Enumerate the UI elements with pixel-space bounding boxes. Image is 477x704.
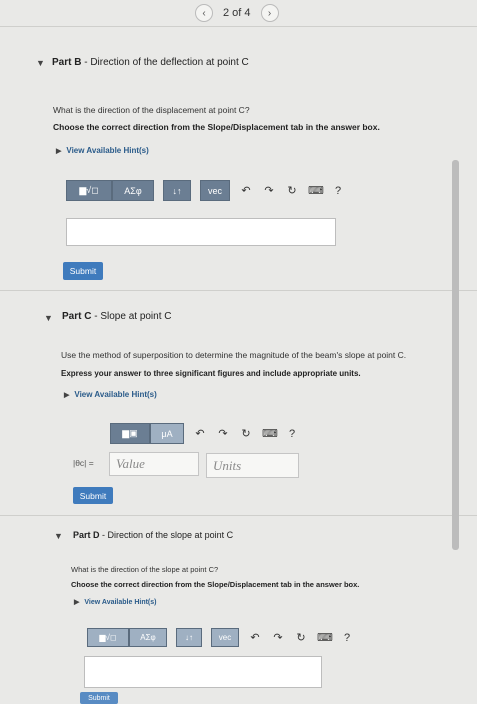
part-b-heading: - Direction of the deflection at point C: [81, 57, 249, 68]
part-c-label: Part C: [62, 311, 92, 322]
symbols-button[interactable]: ΑΣφ: [112, 180, 154, 201]
part-d-toolbar: ▆√◻ ΑΣφ ↓↑ vec ↶ ↷ ↻ ⌨ ?: [87, 628, 354, 647]
chevron-right-icon[interactable]: ›: [260, 4, 279, 22]
templates-button[interactable]: ▆√◻: [66, 180, 112, 201]
arrows-button[interactable]: ↓↑: [176, 628, 202, 647]
redo-icon[interactable]: ↷: [262, 184, 276, 197]
part-c-toolbar: ▆▣ μA ↶ ↷ ↻ ⌨ ?: [110, 423, 299, 444]
collapse-caret-icon[interactable]: ▼: [54, 531, 63, 541]
part-b-submit-button[interactable]: Submit: [63, 262, 103, 280]
part-d-answer-box[interactable]: [84, 656, 322, 688]
part-d-instruction: Choose the correct direction from the Sl…: [71, 580, 360, 589]
collapse-caret-icon[interactable]: ▼: [36, 58, 45, 68]
hint-label: View Available Hint(s): [74, 390, 157, 399]
part-b-answer-box[interactable]: [66, 218, 336, 246]
theta-c-label: |θc| =: [73, 458, 94, 468]
reset-icon[interactable]: ↻: [294, 631, 308, 644]
help-icon[interactable]: ?: [331, 185, 345, 197]
undo-icon[interactable]: ↶: [193, 427, 207, 440]
part-d-label: Part D: [73, 530, 100, 540]
reset-icon[interactable]: ↻: [239, 427, 253, 440]
templates-button[interactable]: ▆√◻: [87, 628, 129, 647]
divider: [0, 290, 477, 291]
part-c-question: Use the method of superposition to deter…: [61, 350, 407, 360]
redo-icon[interactable]: ↷: [216, 427, 230, 440]
part-b-instruction: Choose the correct direction from the Sl…: [53, 122, 380, 132]
value-placeholder: Value: [116, 456, 145, 471]
expand-triangle-icon: ▶: [56, 147, 62, 155]
page-counter: 2 of 4: [223, 7, 251, 19]
keyboard-icon[interactable]: ⌨: [317, 631, 333, 644]
vec-button[interactable]: vec: [211, 628, 239, 647]
vec-button[interactable]: vec: [200, 180, 230, 201]
templates-button[interactable]: ▆▣: [110, 423, 150, 444]
part-d-title[interactable]: Part D - Direction of the slope at point…: [73, 530, 233, 540]
part-d-heading: - Direction of the slope at point C: [99, 530, 234, 540]
divider: [0, 26, 477, 27]
hint-label: View Available Hint(s): [66, 146, 149, 155]
symbols-button[interactable]: ΑΣφ: [129, 628, 167, 647]
part-d-submit-button[interactable]: Submit: [80, 692, 118, 704]
undo-icon[interactable]: ↶: [248, 631, 262, 644]
part-b-toolbar: ▆√◻ ΑΣφ ↓↑ vec ↶ ↷ ↻ ⌨ ?: [66, 180, 345, 201]
part-c-submit-button[interactable]: Submit: [73, 487, 113, 504]
expand-triangle-icon: ▶: [64, 391, 70, 399]
part-d-hint-link[interactable]: ▶ View Available Hint(s): [74, 598, 157, 607]
value-input[interactable]: Value: [109, 452, 199, 476]
part-b-title[interactable]: Part B - Direction of the deflection at …: [52, 57, 249, 68]
undo-icon[interactable]: ↶: [239, 184, 253, 197]
units-input[interactable]: Units: [206, 453, 299, 478]
divider: [0, 515, 477, 516]
part-b-label: Part B: [52, 57, 82, 68]
redo-icon[interactable]: ↷: [271, 631, 285, 644]
arrows-button[interactable]: ↓↑: [163, 180, 191, 201]
part-b-hint-link[interactable]: ▶ View Available Hint(s): [56, 146, 149, 155]
collapse-caret-icon[interactable]: ▼: [44, 313, 53, 323]
chevron-left-icon[interactable]: ‹: [195, 4, 213, 22]
part-c-heading: - Slope at point C: [91, 311, 172, 322]
expand-triangle-icon: ▶: [74, 599, 80, 606]
help-icon[interactable]: ?: [285, 428, 299, 440]
keyboard-icon[interactable]: ⌨: [308, 184, 324, 197]
tb-group: ▆▣ μA: [110, 423, 184, 444]
keyboard-icon[interactable]: ⌨: [262, 427, 278, 440]
tb-group: ▆√◻ ΑΣφ: [87, 628, 167, 647]
tb-group: ▆√◻ ΑΣφ: [66, 180, 154, 201]
pager: ‹ 2 of 4 ›: [195, 4, 279, 22]
part-b-question: What is the direction of the displacemen…: [53, 105, 250, 115]
help-icon[interactable]: ?: [340, 632, 354, 644]
part-c-title[interactable]: Part C - Slope at point C: [62, 311, 172, 322]
units-button[interactable]: μA: [150, 423, 184, 444]
part-c-hint-link[interactable]: ▶ View Available Hint(s): [64, 390, 157, 399]
part-d-question: What is the direction of the slope at po…: [71, 565, 219, 574]
scrollbar[interactable]: [452, 160, 459, 550]
units-placeholder: Units: [213, 457, 242, 473]
hint-label: View Available Hint(s): [84, 598, 157, 606]
part-c-instruction: Express your answer to three significant…: [61, 369, 361, 378]
reset-icon[interactable]: ↻: [285, 184, 299, 197]
